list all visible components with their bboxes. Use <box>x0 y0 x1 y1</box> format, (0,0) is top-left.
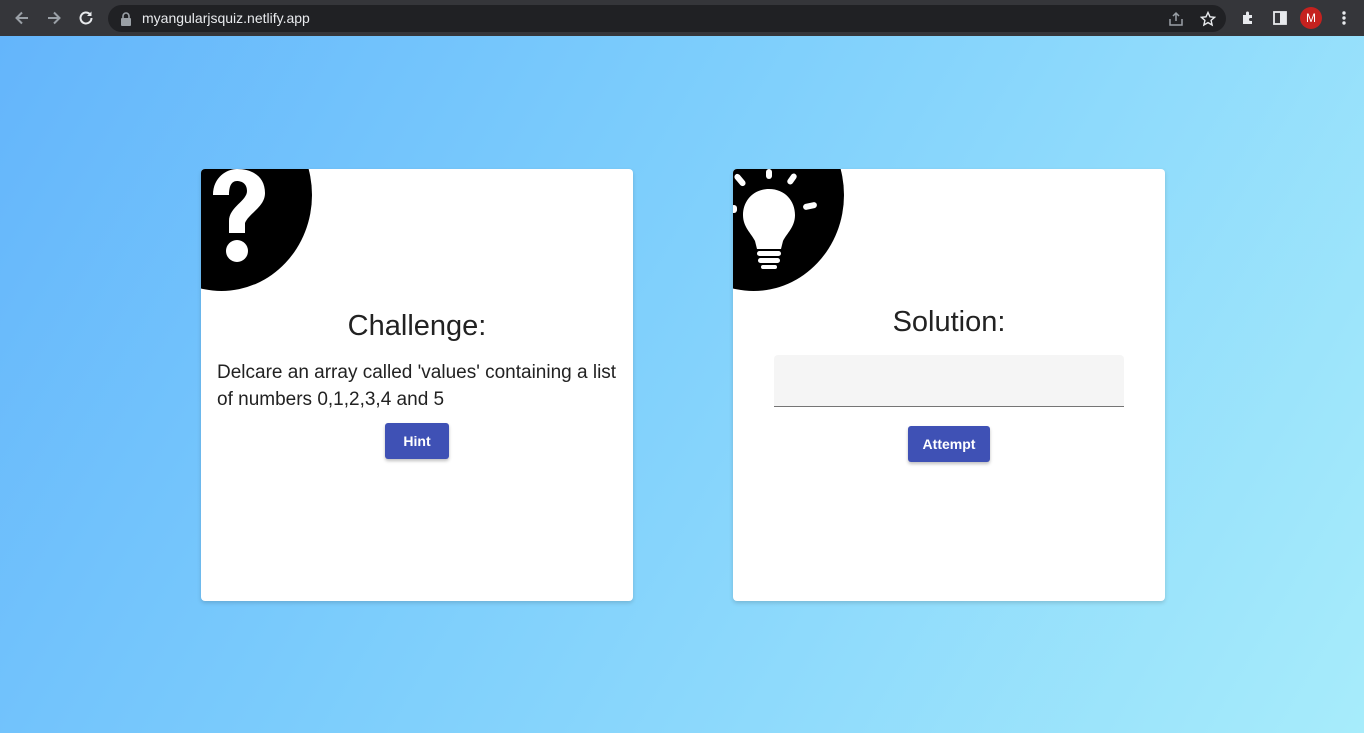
question-mark-icon <box>213 169 265 262</box>
extensions-icon[interactable] <box>1236 6 1260 30</box>
solution-title: Solution: <box>892 306 1006 338</box>
challenge-text: Delcare an array called 'values' contain… <box>217 362 617 410</box>
challenge-title: Challenge: <box>347 310 487 342</box>
page-background: Challenge: Delcare an array called 'valu… <box>0 36 1364 733</box>
solution-input[interactable] <box>774 355 1124 407</box>
menu-icon[interactable] <box>1332 6 1356 30</box>
avatar[interactable]: M <box>1300 7 1322 29</box>
forward-icon[interactable] <box>42 6 66 30</box>
reload-icon[interactable] <box>74 6 98 30</box>
lock-icon[interactable] <box>116 9 136 29</box>
lightbulb-icon <box>733 169 817 269</box>
star-icon[interactable] <box>1198 9 1218 29</box>
challenge-card: Challenge: Delcare an array called 'valu… <box>201 169 633 601</box>
attempt-button[interactable]: Attempt <box>908 426 990 462</box>
side-panel-icon[interactable] <box>1268 6 1292 30</box>
hint-button[interactable]: Hint <box>385 423 449 459</box>
back-icon[interactable] <box>10 6 34 30</box>
address-bar[interactable]: myangularjsquiz.netlify.app <box>108 5 1226 32</box>
solution-card: Solution: Attempt <box>733 169 1165 601</box>
browser-toolbar: myangularjsquiz.netlify.app M <box>0 0 1364 36</box>
share-icon[interactable] <box>1166 9 1186 29</box>
url-text[interactable]: myangularjsquiz.netlify.app <box>142 10 310 26</box>
